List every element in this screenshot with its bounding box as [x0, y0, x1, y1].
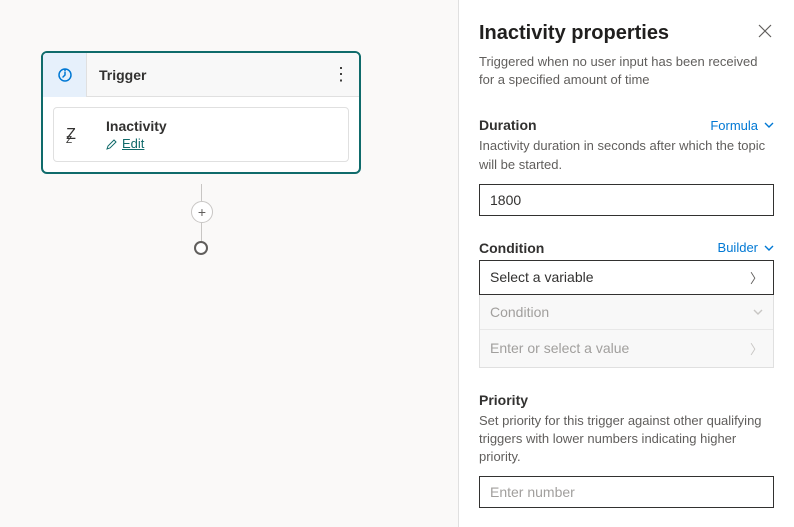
trigger-header: Trigger ⋮	[43, 53, 359, 97]
duration-desc: Inactivity duration in seconds after whi…	[479, 137, 774, 173]
pencil-icon	[106, 138, 118, 150]
condition-operator-text: Condition	[490, 304, 549, 320]
panel-subtitle: Triggered when no user input has been re…	[479, 53, 774, 89]
add-node-button[interactable]: +	[191, 201, 213, 223]
panel-header: Inactivity properties	[479, 22, 774, 45]
duration-section: Duration Formula Inactivity duration in …	[479, 117, 774, 215]
inactivity-card[interactable]: ZZ Inactivity Edit	[53, 107, 349, 162]
condition-value-row[interactable]: Enter or select a value 〉	[480, 330, 773, 367]
canvas-area: Trigger ⋮ ZZ Inactivity Edit +	[0, 0, 459, 527]
close-icon	[758, 24, 772, 38]
trigger-icon	[43, 53, 87, 97]
duration-head: Duration Formula	[479, 117, 774, 133]
connector-line	[201, 184, 202, 201]
duration-formula-toggle[interactable]: Formula	[710, 118, 774, 133]
builder-label: Builder	[718, 240, 758, 255]
trigger-card[interactable]: Trigger ⋮ ZZ Inactivity Edit	[41, 51, 361, 174]
condition-section: Condition Builder Select a variable 〉 Co…	[479, 240, 774, 368]
condition-operator-row[interactable]: Condition	[480, 295, 773, 330]
condition-value-text: Enter or select a value	[490, 340, 629, 356]
variable-select[interactable]: Select a variable 〉	[479, 260, 774, 295]
edit-link[interactable]: Edit	[106, 136, 167, 151]
chevron-down-icon	[764, 120, 774, 130]
edit-label: Edit	[122, 136, 144, 151]
inactivity-title: Inactivity	[106, 118, 167, 134]
priority-head: Priority	[479, 392, 774, 408]
panel-title: Inactivity properties	[479, 22, 669, 45]
priority-label: Priority	[479, 392, 528, 408]
chevron-down-icon	[764, 243, 774, 253]
trigger-title: Trigger	[87, 67, 323, 83]
condition-builder-toggle[interactable]: Builder	[718, 240, 774, 255]
priority-desc: Set priority for this trigger against ot…	[479, 412, 774, 467]
condition-label: Condition	[479, 240, 544, 256]
kebab-menu-icon[interactable]: ⋮	[323, 64, 359, 85]
variable-select-placeholder: Select a variable	[490, 269, 594, 285]
condition-head: Condition Builder	[479, 240, 774, 256]
condition-block: Condition Enter or select a value 〉	[479, 295, 774, 368]
priority-section: Priority Set priority for this trigger a…	[479, 392, 774, 509]
chevron-right-icon: 〉	[750, 339, 763, 358]
formula-label: Formula	[710, 118, 758, 133]
priority-input[interactable]	[479, 476, 774, 508]
duration-input[interactable]	[479, 184, 774, 216]
chevron-right-icon: 〉	[750, 268, 763, 287]
duration-label: Duration	[479, 117, 537, 133]
close-button[interactable]	[756, 22, 774, 45]
chevron-down-icon	[753, 307, 763, 317]
end-node	[194, 241, 208, 255]
trigger-body: ZZ Inactivity Edit	[43, 97, 359, 172]
sleep-icon: ZZ	[66, 126, 92, 144]
connector-line	[201, 223, 202, 241]
inner-text: Inactivity Edit	[106, 118, 167, 151]
properties-panel: Inactivity properties Triggered when no …	[459, 0, 794, 527]
